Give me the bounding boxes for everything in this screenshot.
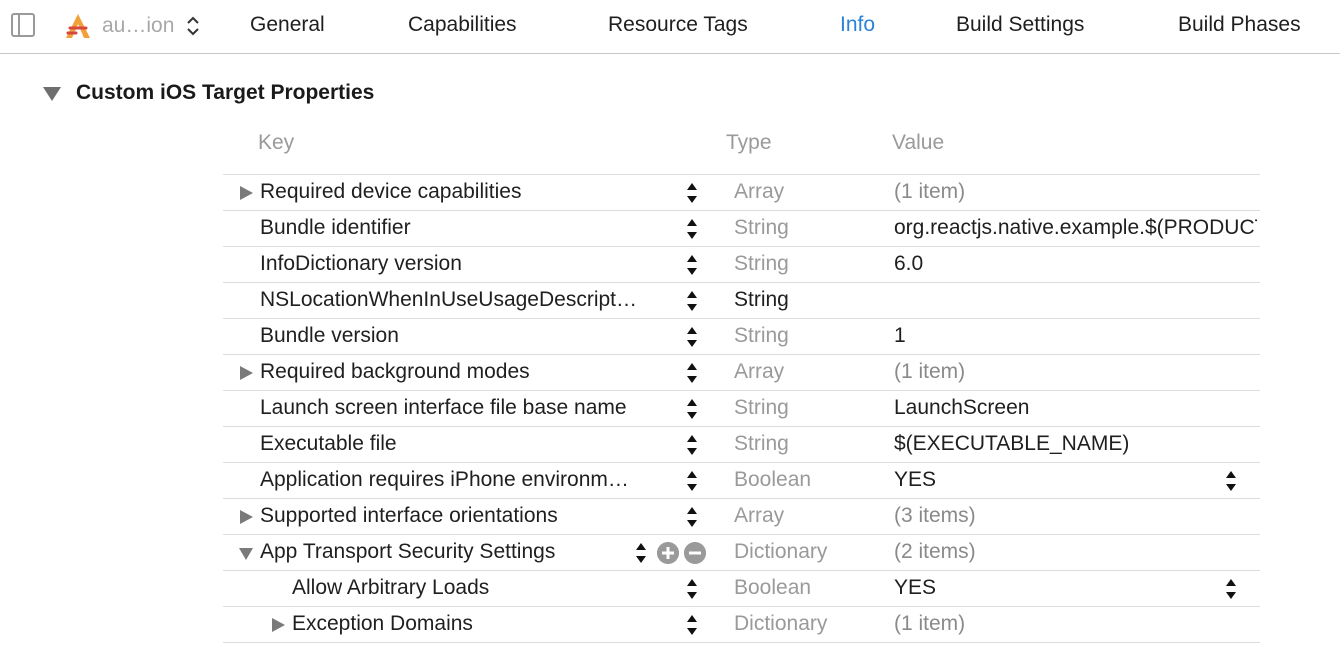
plist-row[interactable]: Required device capabilities Array (1 item…	[223, 174, 1260, 210]
plist-row[interactable]: Supported interface orientations Array (3 …	[223, 498, 1260, 534]
tab-resource-tags[interactable]: Resource Tags	[608, 13, 748, 37]
updown-chevron-icon	[187, 16, 200, 36]
plist-row[interactable]: Executable file String $(EXECUTABLE_NAME)	[223, 426, 1260, 462]
plist-type[interactable]: Array	[734, 360, 784, 384]
key-stepper-icon[interactable]	[686, 504, 698, 530]
plist-type[interactable]: String	[734, 432, 789, 456]
key-stepper-icon[interactable]	[686, 396, 698, 422]
plist-key[interactable]: Exception Domains	[292, 612, 473, 636]
plist-value[interactable]: (2 items)	[894, 540, 1257, 564]
key-stepper-icon[interactable]	[686, 360, 698, 386]
plist-value[interactable]: YES	[894, 576, 1257, 600]
disclosure-triangle-icon[interactable]	[239, 546, 253, 560]
disclosure-triangle-icon[interactable]	[239, 366, 253, 380]
plist-value[interactable]: (1 item)	[894, 360, 1257, 384]
plist-value[interactable]: 6.0	[894, 252, 1257, 276]
plist-key[interactable]: InfoDictionary version	[260, 252, 462, 276]
plist-value[interactable]: (3 items)	[894, 504, 1257, 528]
key-stepper-icon[interactable]	[686, 216, 698, 242]
value-stepper-icon[interactable]	[1225, 468, 1237, 494]
remove-icon[interactable]	[684, 542, 706, 564]
plist-row[interactable]: Exception Domains Dictionary (1 item)	[223, 606, 1260, 643]
plist-type[interactable]: String	[734, 396, 789, 420]
plist-row[interactable]: Required background modes Array (1 item)	[223, 354, 1260, 390]
plist-key[interactable]: Launch screen interface file base name	[260, 396, 627, 420]
plist-type[interactable]: Array	[734, 504, 784, 528]
key-stepper-icon[interactable]	[686, 180, 698, 206]
column-header-type[interactable]: Type	[726, 131, 772, 155]
plist-type[interactable]: Boolean	[734, 576, 811, 600]
plist-row[interactable]: NSLocationWhenInUseUsageDescript… String	[223, 282, 1260, 318]
plist-key[interactable]: Required background modes	[260, 360, 530, 384]
target-picker[interactable]: au…ion	[64, 12, 200, 40]
key-stepper-icon[interactable]	[686, 432, 698, 458]
plist-type[interactable]: Boolean	[734, 468, 811, 492]
plist-row[interactable]: App Transport Security Settings Dictionar…	[223, 534, 1260, 570]
plist-row[interactable]: Launch screen interface file base name St…	[223, 390, 1260, 426]
plist-key[interactable]: App Transport Security Settings	[260, 540, 555, 564]
plist-type[interactable]: Dictionary	[734, 612, 827, 636]
plist-value[interactable]: (1 item)	[894, 180, 1257, 204]
plist-value[interactable]: 1	[894, 324, 1257, 348]
plist-value[interactable]: $(EXECUTABLE_NAME)	[894, 432, 1257, 456]
column-header-key[interactable]: Key	[258, 131, 294, 155]
tab-general[interactable]: General	[250, 13, 325, 37]
plist-key[interactable]: Required device capabilities	[260, 180, 522, 204]
key-stepper-icon[interactable]	[686, 576, 698, 602]
plist-type[interactable]: String	[734, 216, 789, 240]
key-stepper-icon[interactable]	[686, 468, 698, 494]
tab-build-phases[interactable]: Build Phases	[1178, 13, 1301, 37]
plist-value[interactable]: YES	[894, 468, 1257, 492]
key-stepper-icon[interactable]	[635, 540, 647, 566]
section-disclosure-triangle-icon[interactable]	[43, 87, 61, 101]
property-list-table: Required device capabilities Array (1 item…	[223, 174, 1260, 643]
key-stepper-icon[interactable]	[686, 324, 698, 350]
plist-key[interactable]: Executable file	[260, 432, 397, 456]
disclosure-triangle-icon[interactable]	[239, 510, 253, 524]
plist-value[interactable]: (1 item)	[894, 612, 1257, 636]
key-stepper-icon[interactable]	[686, 612, 698, 638]
key-stepper-icon[interactable]	[686, 252, 698, 278]
plist-key[interactable]: Bundle version	[260, 324, 399, 348]
tab-info[interactable]: Info	[840, 13, 875, 37]
tab-build-settings[interactable]: Build Settings	[956, 13, 1084, 37]
disclosure-triangle-icon[interactable]	[239, 186, 253, 200]
target-name: au…ion	[102, 14, 175, 37]
plist-key[interactable]: Allow Arbitrary Loads	[292, 576, 489, 600]
plist-key[interactable]: Application requires iPhone environm…	[260, 468, 629, 492]
plist-type[interactable]: Dictionary	[734, 540, 827, 564]
app-target-icon	[66, 14, 90, 38]
plist-row[interactable]: Application requires iPhone environm… Boo…	[223, 462, 1260, 498]
plist-type[interactable]: String	[734, 252, 789, 276]
disclosure-triangle-icon[interactable]	[271, 618, 285, 632]
plist-type[interactable]: String	[734, 324, 789, 348]
plist-row[interactable]: InfoDictionary version String 6.0	[223, 246, 1260, 282]
plist-type[interactable]: Array	[734, 180, 784, 204]
plist-row[interactable]: Bundle version String 1	[223, 318, 1260, 354]
plist-key[interactable]: Bundle identifier	[260, 216, 411, 240]
key-stepper-icon[interactable]	[686, 288, 698, 314]
plist-type[interactable]: String	[734, 288, 789, 312]
plist-key[interactable]: NSLocationWhenInUseUsageDescript…	[260, 288, 637, 312]
plist-value[interactable]: LaunchScreen	[894, 396, 1257, 420]
plist-row[interactable]: Bundle identifier String org.reactjs.nativ…	[223, 210, 1260, 246]
plist-key[interactable]: Supported interface orientations	[260, 504, 558, 528]
plist-value[interactable]: org.reactjs.native.example.$(PRODUCT_NAM…	[894, 216, 1257, 240]
column-header-value[interactable]: Value	[892, 131, 944, 155]
plist-row[interactable]: Allow Arbitrary Loads Boolean YES	[223, 570, 1260, 606]
tab-capabilities[interactable]: Capabilities	[408, 13, 517, 37]
section-title: Custom iOS Target Properties	[76, 81, 375, 104]
add-icon[interactable]	[657, 542, 679, 564]
value-stepper-icon[interactable]	[1225, 576, 1237, 602]
sidebar-toggle-icon[interactable]	[11, 13, 35, 37]
editor-tab-bar: au…ion General Capabilities Resource Tag…	[0, 0, 1340, 54]
